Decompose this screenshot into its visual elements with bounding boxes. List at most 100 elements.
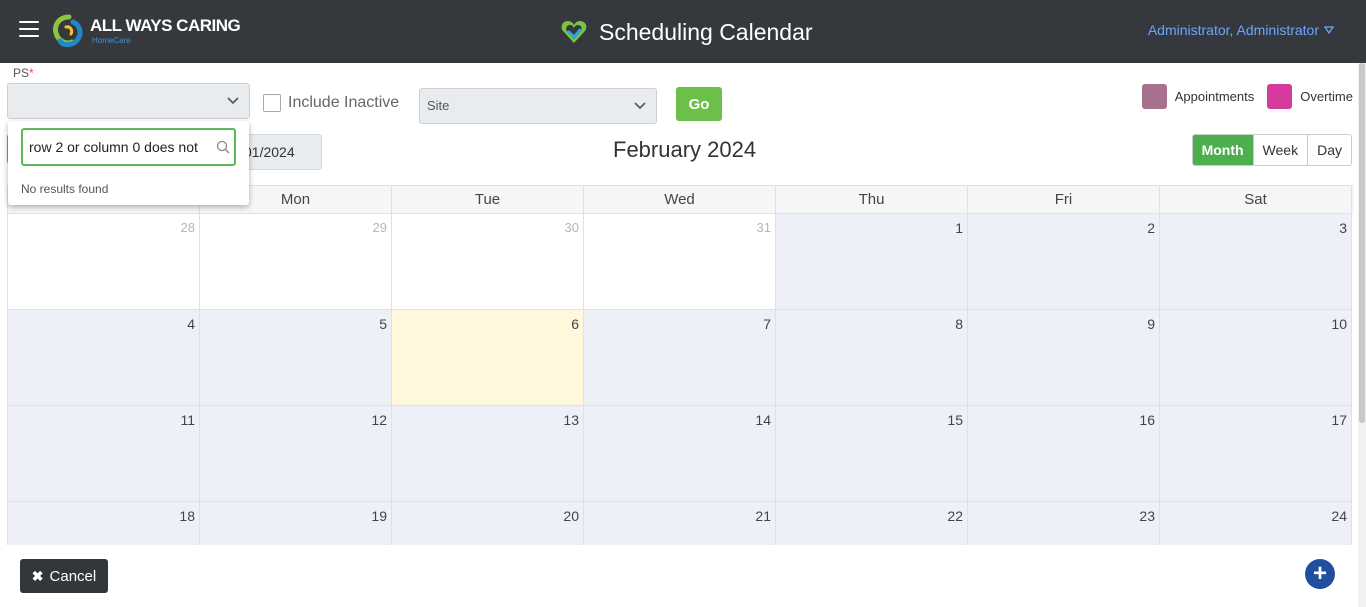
day-number: 5 (379, 316, 387, 332)
day-number: 16 (1139, 412, 1155, 428)
top-bar: ALL WAYS CARING HomeCare Scheduling Cale… (0, 0, 1366, 63)
calendar-day-cell[interactable]: 2 (968, 214, 1160, 310)
calendar-week-row: 11 12 13 14 15 16 17 (8, 406, 1354, 502)
calendar-day-cell[interactable]: 12 (200, 406, 392, 502)
app-title-group: Scheduling Calendar (560, 16, 813, 48)
calendar-day-cell[interactable]: 17 (1160, 406, 1352, 502)
day-number: 21 (755, 508, 771, 524)
day-number: 22 (947, 508, 963, 524)
calendar-day-cell[interactable]: 8 (776, 310, 968, 406)
calendar-day-cell[interactable]: 5 (200, 310, 392, 406)
day-number: 7 (763, 316, 771, 332)
ps-label: PS* (13, 66, 34, 80)
calendar-week-row: 28 29 30 31 1 2 3 (8, 214, 1354, 310)
calendar-day-cell[interactable]: 14 (584, 406, 776, 502)
calendar-day-cell[interactable]: 13 (392, 406, 584, 502)
day-number: 8 (955, 316, 963, 332)
calendar-day-cell[interactable]: 1 (776, 214, 968, 310)
close-icon: ✖ (31, 567, 44, 584)
day-number: 29 (372, 220, 387, 235)
calendar-day-cell[interactable]: 19 (200, 502, 392, 547)
overtime-swatch (1267, 84, 1293, 109)
hamburger-menu-icon[interactable] (19, 21, 39, 37)
calendar-day-cell[interactable]: 31 (584, 214, 776, 310)
ps-select[interactable] (7, 83, 250, 119)
include-inactive-toggle[interactable]: Include Inactive (263, 94, 399, 112)
calendar-day-cell[interactable]: 29 (200, 214, 392, 310)
calendar-day-cell[interactable]: 18 (8, 502, 200, 547)
user-name: Administrator, Administrator (1147, 22, 1319, 38)
calendar-day-cell[interactable]: 22 (776, 502, 968, 547)
chevron-down-icon (634, 102, 646, 110)
day-header: Tue (392, 186, 584, 214)
chevron-down-icon (227, 97, 239, 105)
day-number: 2 (1147, 220, 1155, 236)
legend: Appointments Overtime (1141, 84, 1353, 109)
logo[interactable]: ALL WAYS CARING HomeCare (52, 12, 241, 52)
ps-search-input[interactable]: row 2 or column 0 does not (21, 128, 236, 166)
day-header: Thu (776, 186, 968, 214)
include-inactive-label: Include Inactive (288, 94, 400, 111)
logo-text: ALL WAYS CARING (90, 16, 241, 35)
day-number: 1 (955, 220, 963, 236)
day-number: 28 (180, 220, 195, 235)
calendar-week-row: 4 5 6 7 8 9 10 (8, 310, 1354, 406)
day-view-button[interactable]: Day (1307, 135, 1351, 165)
plus-icon[interactable]: + (1305, 559, 1335, 589)
day-header: Wed (584, 186, 776, 214)
legend-overtime-label: Overtime (1300, 89, 1353, 104)
calendar-day-cell[interactable]: 16 (968, 406, 1160, 502)
day-number: 3 (1339, 220, 1347, 236)
day-header: Fri (968, 186, 1160, 214)
day-number: 24 (1331, 508, 1347, 524)
week-view-button[interactable]: Week (1252, 135, 1308, 165)
day-number: 14 (755, 412, 771, 428)
user-menu[interactable]: Administrator, Administrator (1148, 22, 1334, 38)
go-button[interactable]: Go (676, 87, 722, 121)
day-number: 11 (180, 412, 195, 428)
cancel-label: Cancel (49, 567, 97, 585)
month-view-button[interactable]: Month (1192, 135, 1253, 165)
day-header: Sat (1160, 186, 1352, 214)
day-number: 10 (1331, 316, 1347, 332)
calendar-day-cell[interactable]: 3 (1160, 214, 1352, 310)
day-number: 12 (371, 412, 387, 428)
day-number: 23 (1139, 508, 1155, 524)
calendar-week-row: 18 19 20 21 22 23 24 (8, 502, 1354, 547)
day-number: 20 (563, 508, 579, 524)
footer (0, 545, 1358, 607)
vertical-scrollbar[interactable] (1358, 63, 1366, 607)
day-number: 6 (571, 316, 579, 332)
calendar-day-cell[interactable]: 7 (584, 310, 776, 406)
calendar-day-cell[interactable]: 11 (8, 406, 200, 502)
day-number: 31 (756, 220, 771, 235)
logo-subtext: HomeCare (92, 36, 131, 45)
calendar-title: February 2024 (613, 137, 757, 162)
calendar-day-cell-today[interactable]: 6 (392, 310, 584, 406)
calendar-day-cell[interactable]: 24 (1160, 502, 1352, 547)
calendar-day-cell[interactable]: 28 (8, 214, 200, 310)
cancel-button[interactable]: ✖ Cancel (20, 559, 108, 593)
day-number: 13 (563, 412, 579, 428)
required-marker: * (29, 66, 34, 80)
calendar-day-cell[interactable]: 15 (776, 406, 968, 502)
caret-down-icon (1324, 26, 1334, 34)
day-number: 18 (179, 508, 195, 524)
no-results-message: No results found (21, 182, 109, 196)
day-number: 15 (947, 412, 963, 428)
calendar-day-cell[interactable]: 21 (584, 502, 776, 547)
site-select[interactable]: Site (419, 88, 657, 124)
logo-swirl-icon (53, 14, 83, 48)
include-inactive-checkbox[interactable] (263, 94, 281, 112)
calendar-day-cell[interactable]: 4 (8, 310, 200, 406)
day-number: 17 (1331, 412, 1347, 428)
page-title: Scheduling Calendar (599, 18, 813, 45)
day-number: 9 (1147, 316, 1155, 332)
calendar-day-cell[interactable]: 9 (968, 310, 1160, 406)
calendar-day-cell[interactable]: 10 (1160, 310, 1352, 406)
view-switcher: Month Week Day (1191, 134, 1352, 166)
calendar-day-cell[interactable]: 23 (968, 502, 1160, 547)
calendar-day-cell[interactable]: 20 (392, 502, 584, 547)
calendar-day-cell[interactable]: 30 (392, 214, 584, 310)
scrollbar-thumb[interactable] (1359, 63, 1365, 423)
